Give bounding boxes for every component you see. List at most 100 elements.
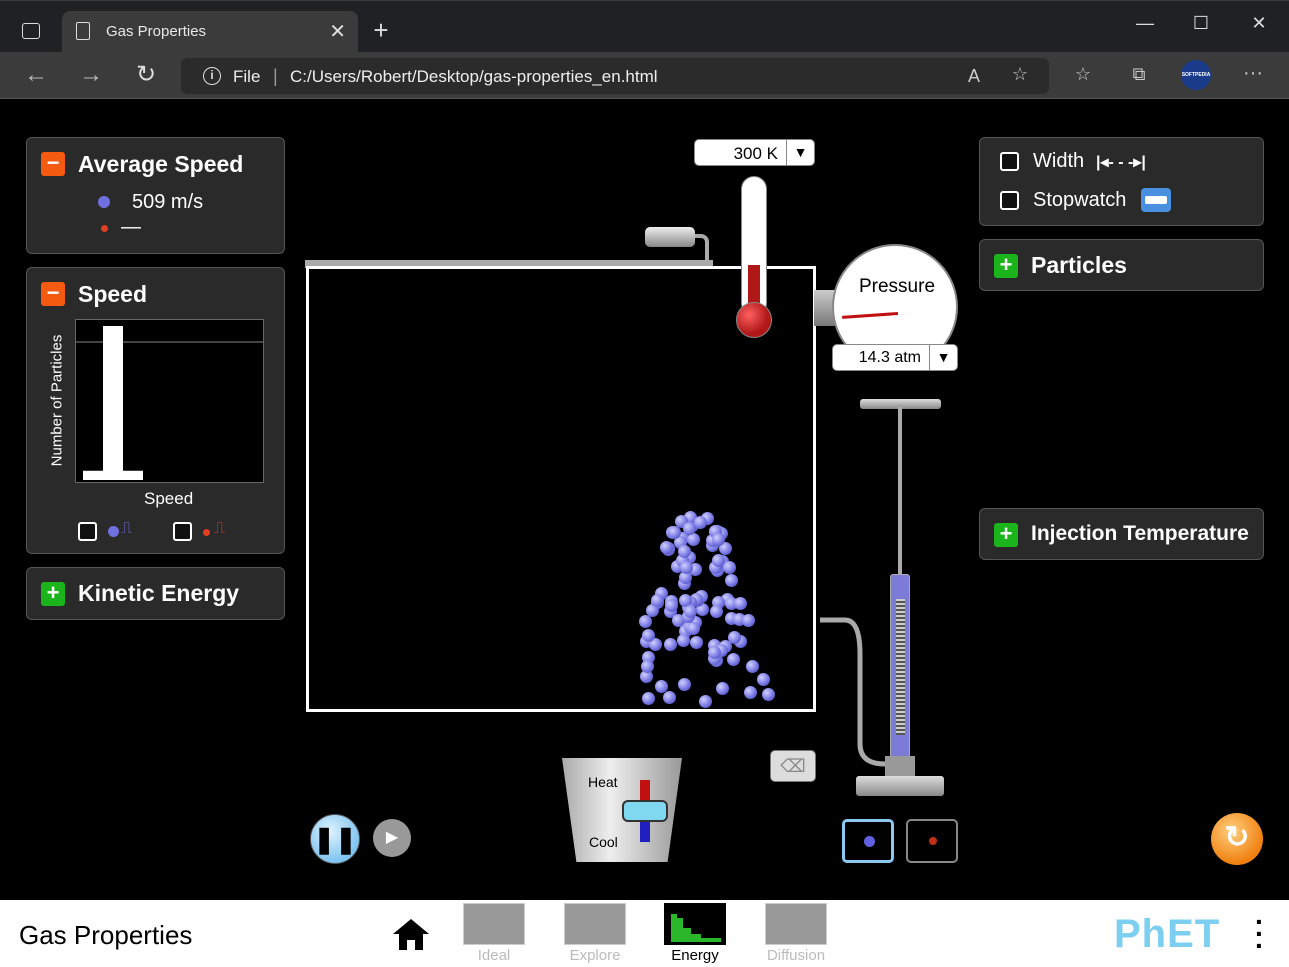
light-average-speed-value: — (121, 216, 141, 238)
histogram-bar (83, 470, 103, 480)
gas-particle (724, 574, 738, 588)
maximize-button[interactable]: ☐ (1186, 13, 1216, 34)
gas-particle (711, 532, 725, 546)
light-particles-toggle[interactable] (906, 819, 958, 863)
width-label: Width (1033, 150, 1085, 172)
average-speed-title: Average Speed (78, 151, 244, 177)
screen-energy-button[interactable]: Energy (663, 903, 727, 964)
expand-particles-button[interactable]: + (994, 254, 1018, 278)
close-window-button[interactable]: ✕ (1244, 13, 1274, 34)
ideal-screen-thumbnail (463, 903, 525, 945)
explore-screen-thumbnail (564, 903, 626, 945)
stopwatch-checkbox[interactable] (1000, 191, 1019, 210)
heavy-particle-icon (98, 196, 110, 208)
heavy-particles-toggle[interactable] (842, 819, 894, 863)
reset-all-button[interactable]: ↻ (1211, 813, 1263, 865)
tab-title: Gas Properties (106, 23, 207, 40)
phet-menu-button[interactable]: · · · (1255, 908, 1264, 960)
light-histogram-checkbox[interactable] (173, 522, 192, 541)
gas-particle (650, 593, 664, 607)
lid-handle-arm (695, 234, 709, 264)
pressure-units-dropdown[interactable]: ▼ (929, 345, 957, 370)
histogram-bar (123, 470, 143, 480)
expand-kinetic-energy-button[interactable]: + (41, 582, 65, 606)
gas-particle (694, 515, 708, 529)
screen-explore-label: Explore (569, 947, 621, 964)
pressure-readout[interactable]: 14.3 atm ▼ (832, 344, 958, 371)
simulation-area: − Average Speed 509 m/s — − Speed Number… (0, 100, 1289, 900)
menu-button[interactable]: ··· (1240, 62, 1266, 85)
minimize-button[interactable]: — (1130, 13, 1160, 34)
browser-titlebar: Gas Properties ✕ + — ☐ ✕ (0, 0, 1289, 53)
average-speed-panel: − Average Speed 509 m/s — (26, 137, 285, 254)
screen-diffusion-label: Diffusion (766, 947, 826, 964)
heavy-step-icon: ⎍ (121, 520, 133, 537)
width-checkbox[interactable] (1000, 152, 1019, 171)
address-bar[interactable]: i File | C:/Users/Robert/Desktop/gas-pro… (181, 58, 1049, 94)
info-icon[interactable]: i (203, 67, 221, 85)
add-favorite-icon[interactable]: ☆ (1007, 64, 1033, 85)
read-aloud-icon[interactable]: A (961, 66, 987, 87)
light-histogram-icon (203, 529, 210, 536)
thermometer-bulb (736, 302, 772, 338)
pause-button[interactable]: ❚❚ (310, 814, 360, 864)
lid-handle[interactable] (645, 227, 695, 247)
pressure-needle (842, 312, 899, 319)
heavy-histogram-checkbox[interactable] (78, 522, 97, 541)
address-url[interactable]: C:/Users/Robert/Desktop/gas-properties_e… (290, 67, 658, 87)
screen-ideal-button[interactable]: Ideal (462, 903, 526, 964)
container-resize-handle[interactable] (303, 260, 309, 715)
temperature-units-dropdown[interactable]: ▼ (786, 140, 814, 165)
heavy-particle-icon (864, 836, 875, 847)
heat-cool-slider[interactable] (622, 800, 668, 822)
gas-particle (642, 628, 656, 642)
gas-particle (698, 694, 712, 708)
collapse-speed-button[interactable]: − (41, 282, 65, 306)
light-step-icon: ⎍ (214, 520, 226, 537)
address-scheme: File (233, 67, 261, 86)
gas-particle (663, 637, 677, 651)
document-icon (76, 22, 90, 40)
forward-button[interactable]: → (75, 60, 107, 92)
gas-particle (686, 621, 700, 635)
gas-particle (689, 635, 703, 649)
gas-particle (677, 633, 691, 647)
screen-explore-button[interactable]: Explore (563, 903, 627, 964)
home-icon[interactable] (390, 916, 432, 952)
eraser-button[interactable]: ⌫ (770, 750, 816, 782)
collapse-average-speed-button[interactable]: − (41, 152, 65, 176)
stopwatch-label: Stopwatch (1033, 189, 1127, 211)
reload-button[interactable]: ↻ (130, 60, 162, 92)
gas-particle (664, 599, 678, 613)
speed-histogram (75, 319, 264, 483)
pressure-label: Pressure (858, 276, 936, 297)
tab-close-button[interactable]: ✕ (329, 19, 346, 44)
speed-title: Speed (78, 281, 148, 307)
temperature-readout[interactable]: 300 K ▼ (694, 139, 815, 166)
gas-particle (745, 659, 759, 673)
back-button[interactable]: ← (20, 60, 52, 92)
pump-rod (898, 407, 902, 575)
profile-avatar[interactable]: SOFTPEDIA (1181, 60, 1211, 90)
browser-toolbar: ← → ↻ i File | C:/Users/Robert/Desktop/g… (0, 52, 1289, 99)
gas-particle (728, 630, 742, 644)
tab-actions-icon[interactable] (22, 23, 40, 39)
expand-injection-temperature-button[interactable]: + (994, 523, 1018, 547)
screen-energy-label: Energy (671, 947, 719, 964)
pump-hose (820, 617, 886, 767)
screen-diffusion-button[interactable]: Diffusion (764, 903, 828, 964)
browser-tab[interactable]: Gas Properties ✕ (62, 11, 358, 53)
new-tab-button[interactable]: + (366, 15, 396, 46)
favorites-icon[interactable]: ☆ (1070, 64, 1096, 85)
histogram-svg (76, 326, 263, 480)
gas-particle (641, 691, 655, 705)
gas-particle (722, 560, 736, 574)
gas-particle (756, 673, 770, 687)
phet-logo[interactable]: PhET (1114, 912, 1220, 957)
step-button[interactable]: ▶ (373, 819, 411, 857)
energy-screen-thumbnail (664, 903, 726, 945)
pump-base (856, 776, 944, 796)
histogram-xlabel: Speed (144, 489, 194, 508)
collections-icon[interactable]: ⧉ (1126, 64, 1152, 85)
diffusion-screen-thumbnail (765, 903, 827, 945)
